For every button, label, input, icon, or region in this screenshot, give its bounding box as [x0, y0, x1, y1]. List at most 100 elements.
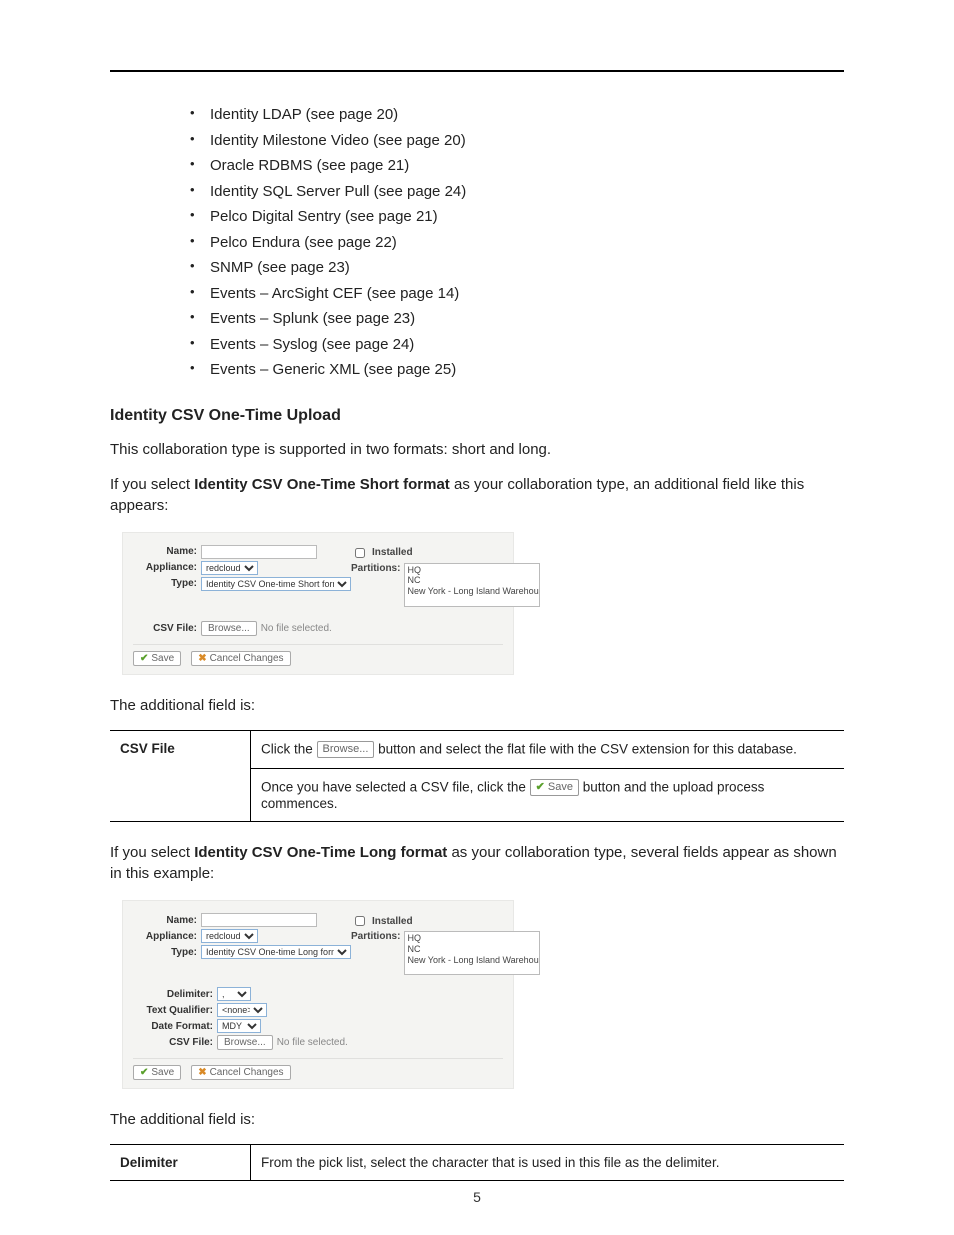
- date-format-label: Date Format:: [133, 1021, 217, 1032]
- browse-label: Browse...: [208, 623, 250, 634]
- name-input[interactable]: [201, 545, 317, 559]
- partition-item: NC: [407, 944, 537, 955]
- type-select[interactable]: Identity CSV One-time Long format: [201, 945, 351, 959]
- table-cell: Click the Browse... button and select th…: [251, 730, 845, 768]
- text-fragment: Click the: [261, 741, 317, 756]
- list-item-text: SNMP (see page 23): [210, 259, 350, 276]
- text-fragment: button and select the flat file with the…: [374, 741, 797, 756]
- list-item-text: Oracle RDBMS (see page 21): [210, 157, 409, 174]
- text-fragment: If you select: [110, 844, 194, 861]
- save-button[interactable]: ✔Save: [133, 651, 181, 666]
- installed-checkbox[interactable]: [355, 548, 365, 558]
- list-item-text: Events – Syslog (see page 24): [210, 336, 414, 353]
- appliance-label: Appliance:: [133, 931, 201, 942]
- table-head-delimiter: Delimiter: [110, 1145, 251, 1181]
- csvfile-label: CSV File:: [133, 623, 201, 634]
- text-qualifier-select[interactable]: <none>: [217, 1003, 267, 1017]
- list-item: Pelco Endura (see page 22): [190, 230, 844, 256]
- intro-paragraph: This collaboration type is supported in …: [110, 439, 844, 460]
- cancel-label: Cancel Changes: [210, 1067, 284, 1078]
- csvfile-label: CSV File:: [133, 1037, 217, 1048]
- browse-label: Browse...: [224, 1037, 266, 1048]
- installed-checkbox[interactable]: [355, 916, 365, 926]
- top-rule: [110, 70, 844, 72]
- table-cell: From the pick list, select the character…: [251, 1145, 845, 1181]
- list-item-text: Pelco Endura (see page 22): [210, 234, 397, 251]
- list-item-text: Identity SQL Server Pull (see page 24): [210, 183, 466, 200]
- list-item-text: Identity Milestone Video (see page 20): [210, 132, 466, 149]
- save-button[interactable]: ✔Save: [133, 1065, 181, 1080]
- date-format-select[interactable]: MDY: [217, 1019, 261, 1033]
- list-item: Events – ArcSight CEF (see page 14): [190, 281, 844, 307]
- bullet-list: Identity LDAP (see page 20) Identity Mil…: [110, 102, 844, 383]
- name-input[interactable]: [201, 913, 317, 927]
- list-item-text: Events – Generic XML (see page 25): [210, 361, 456, 378]
- long-format-paragraph: If you select Identity CSV One-Time Long…: [110, 842, 844, 884]
- save-inline-button: ✔Save: [530, 779, 579, 796]
- partitions-label: Partitions:: [351, 563, 404, 574]
- check-icon: ✔: [140, 653, 148, 664]
- table-cell: Once you have selected a CSV file, click…: [251, 768, 845, 821]
- nofile-text: No file selected.: [261, 623, 332, 634]
- list-item: Events – Splunk (see page 23): [190, 306, 844, 332]
- partition-item: HQ: [407, 565, 537, 576]
- nofile-text: No file selected.: [277, 1037, 348, 1048]
- text-bold: Identity CSV One-Time Short format: [194, 476, 450, 493]
- partitions-listbox[interactable]: HQ NC New York - Long Island Warehouse: [404, 931, 540, 975]
- list-item: Identity Milestone Video (see page 20): [190, 128, 844, 154]
- type-label: Type:: [133, 947, 201, 958]
- partition-item: New York - Long Island Warehouse: [407, 955, 537, 966]
- browse-button[interactable]: Browse...: [201, 621, 257, 636]
- delimiter-table: Delimiter From the pick list, select the…: [110, 1144, 844, 1181]
- list-item-text: Identity LDAP (see page 20): [210, 106, 398, 123]
- short-format-paragraph: If you select Identity CSV One-Time Shor…: [110, 474, 844, 516]
- figure-long-format: Name: Appliance:redcloud Type:Identity C…: [122, 900, 514, 1089]
- check-icon: ✔: [536, 780, 545, 795]
- partitions-label: Partitions:: [351, 931, 404, 942]
- appliance-label: Appliance:: [133, 562, 201, 573]
- list-item-text: Events – ArcSight CEF (see page 14): [210, 285, 459, 302]
- partition-item: NC: [407, 575, 537, 586]
- list-item: Identity LDAP (see page 20): [190, 102, 844, 128]
- csv-file-table: CSV File Click the Browse... button and …: [110, 730, 844, 823]
- additional-field-intro: The additional field is:: [110, 695, 844, 716]
- name-label: Name:: [133, 915, 201, 926]
- list-item-text: Events – Splunk (see page 23): [210, 310, 415, 327]
- partitions-listbox[interactable]: HQ NC New York - Long Island Warehouse: [404, 563, 540, 607]
- figure-short-format: Name: Appliance:redcloud Type:Identity C…: [122, 532, 514, 675]
- cancel-label: Cancel Changes: [210, 653, 284, 664]
- save-label: Save: [548, 780, 573, 795]
- text-fragment: Once you have selected a CSV file, click…: [261, 779, 530, 794]
- appliance-select[interactable]: redcloud: [201, 561, 258, 575]
- list-item: Events – Generic XML (see page 25): [190, 357, 844, 383]
- x-icon: ✖: [198, 1067, 206, 1078]
- list-item-text: Pelco Digital Sentry (see page 21): [210, 208, 438, 225]
- text-fragment: If you select: [110, 476, 194, 493]
- appliance-select[interactable]: redcloud: [201, 929, 258, 943]
- check-icon: ✔: [140, 1067, 148, 1078]
- browse-inline-button: Browse...: [317, 741, 375, 758]
- text-bold: Identity CSV One-Time Long format: [194, 844, 447, 861]
- partition-item: HQ: [407, 933, 537, 944]
- save-label: Save: [151, 653, 174, 664]
- installed-label: Installed: [372, 547, 413, 558]
- table-head-csvfile: CSV File: [110, 730, 251, 822]
- x-icon: ✖: [198, 653, 206, 664]
- partition-item: New York - Long Island Warehouse: [407, 586, 537, 597]
- browse-button[interactable]: Browse...: [217, 1035, 273, 1050]
- list-item: SNMP (see page 23): [190, 255, 844, 281]
- type-select[interactable]: Identity CSV One-time Short format: [201, 577, 351, 591]
- text-qualifier-label: Text Qualifier:: [133, 1005, 217, 1016]
- cancel-button[interactable]: ✖ Cancel Changes: [191, 1065, 290, 1080]
- delimiter-label: Delimiter:: [133, 989, 217, 1000]
- name-label: Name:: [133, 546, 201, 557]
- installed-label: Installed: [372, 916, 413, 927]
- list-item: Events – Syslog (see page 24): [190, 332, 844, 358]
- delimiter-select[interactable]: ,: [217, 987, 251, 1001]
- list-item: Oracle RDBMS (see page 21): [190, 153, 844, 179]
- cancel-button[interactable]: ✖ Cancel Changes: [191, 651, 290, 666]
- browse-label: Browse...: [323, 742, 369, 757]
- type-label: Type:: [133, 578, 201, 589]
- page-number: 5: [0, 1189, 954, 1205]
- list-item: Identity SQL Server Pull (see page 24): [190, 179, 844, 205]
